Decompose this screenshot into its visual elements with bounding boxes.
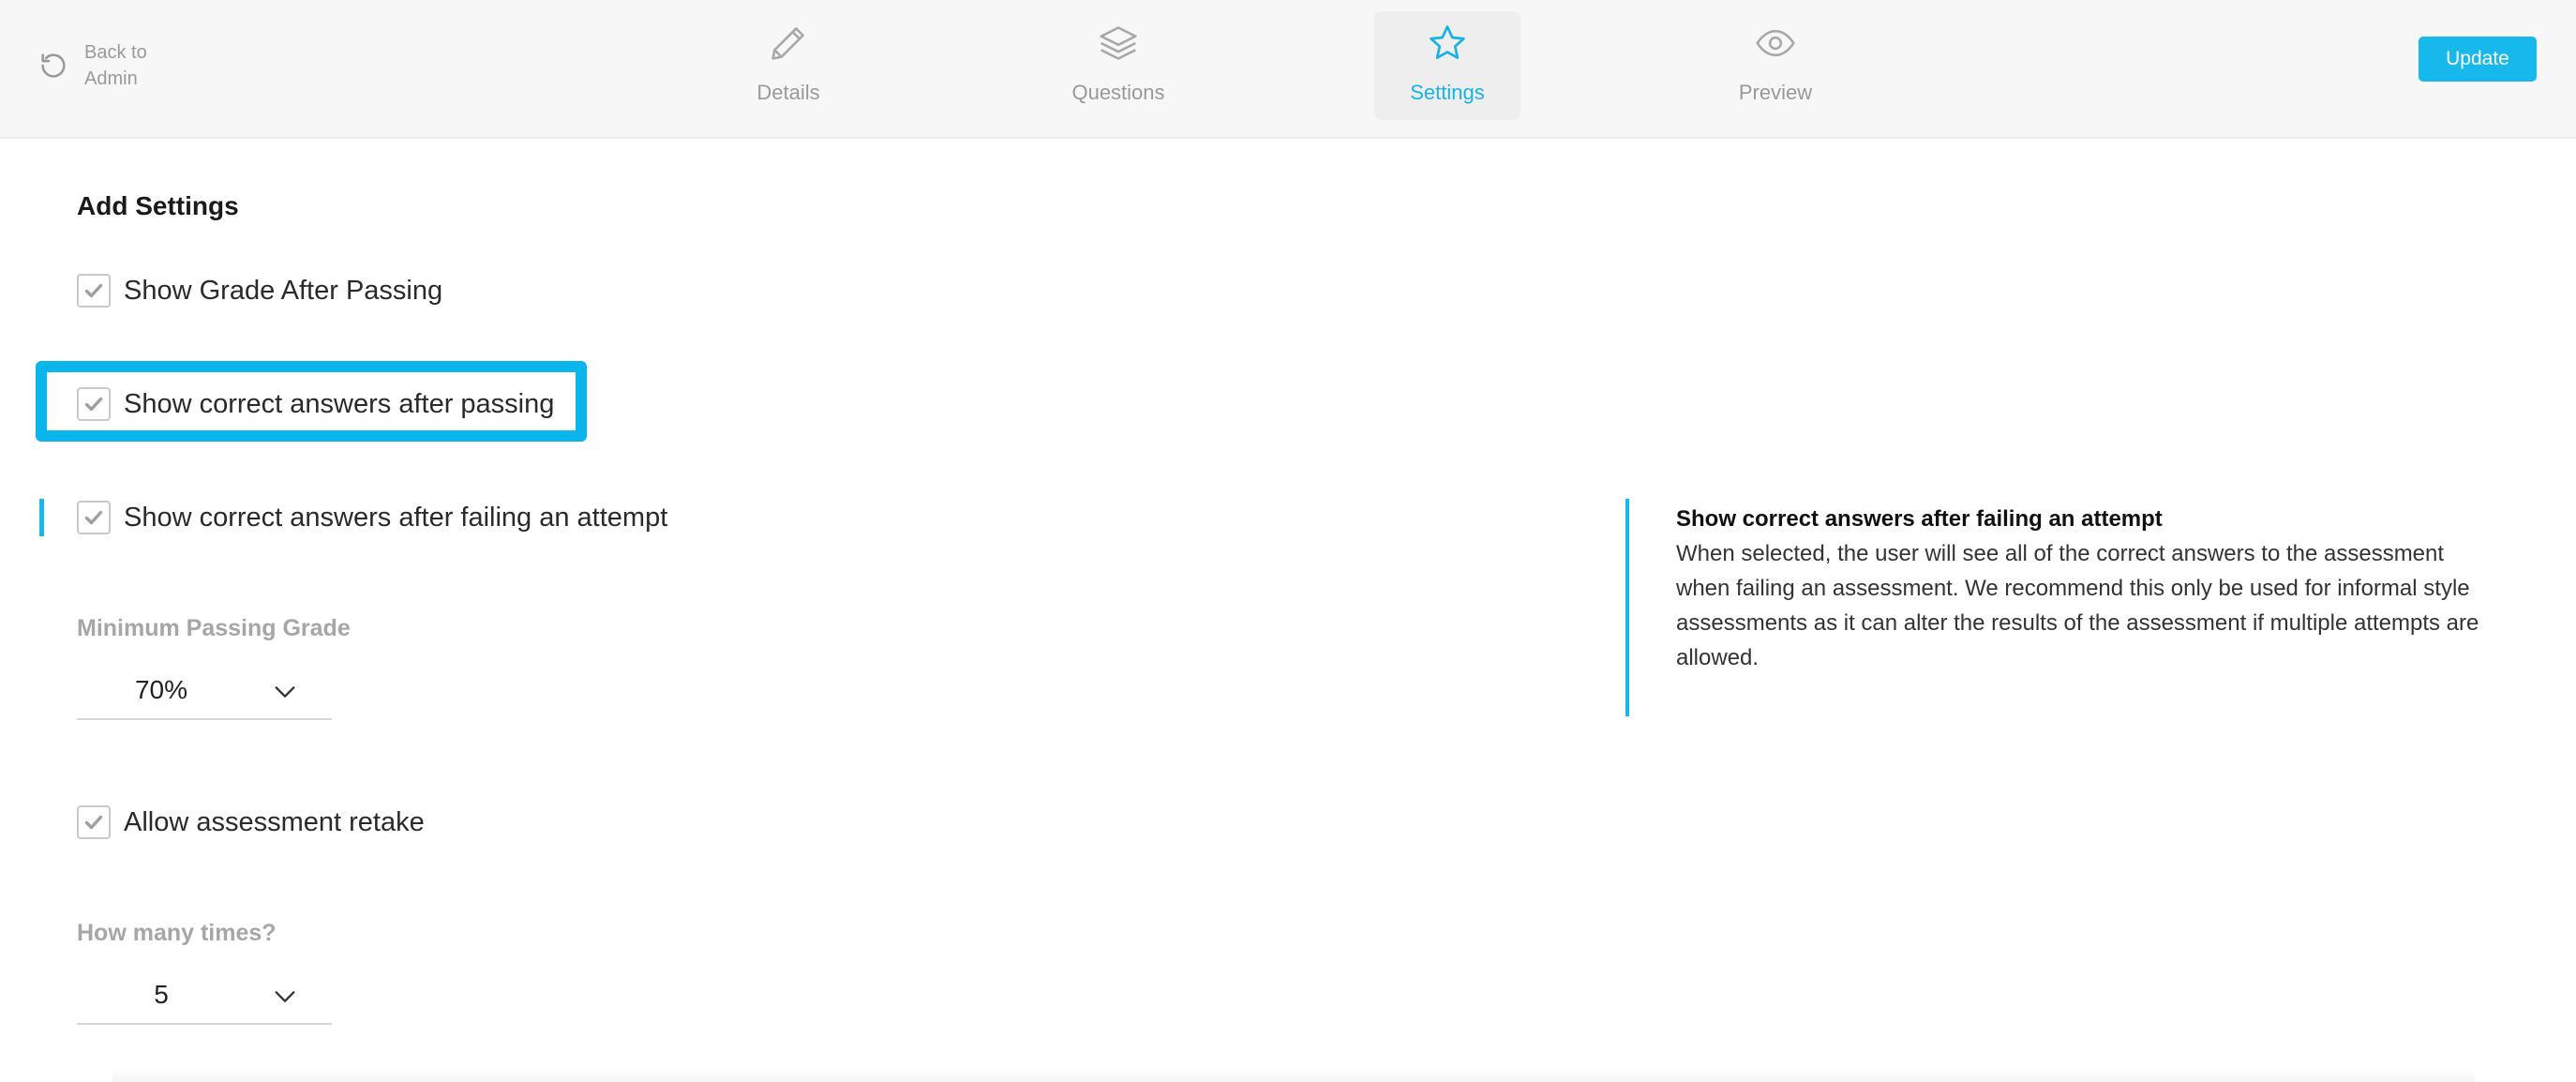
option-label: Show correct answers after passing: [124, 388, 555, 419]
refresh-icon: [41, 53, 66, 78]
top-nav-bar: Back to Admin Details Questions Settings…: [0, 0, 2576, 139]
tab-questions-label: Questions: [1071, 81, 1165, 104]
back-to-admin-label: Back to Admin: [84, 42, 147, 89]
checkmark-icon: [84, 510, 103, 525]
update-button[interactable]: Update: [2419, 37, 2537, 82]
checkmark-icon: [84, 815, 103, 830]
min-passing-grade-label: Minimum Passing Grade: [77, 615, 351, 641]
retake-times-select[interactable]: 5: [77, 967, 332, 1025]
show-correct-failing-checkbox[interactable]: [77, 501, 111, 534]
option-show-grade-after-passing[interactable]: Show Grade After Passing: [77, 272, 442, 309]
checkmark-icon: [84, 283, 103, 298]
option-show-correct-after-passing[interactable]: Show correct answers after passing: [77, 385, 554, 423]
show-correct-passing-checkbox[interactable]: [77, 387, 111, 421]
min-passing-grade-select[interactable]: 70%: [77, 662, 332, 720]
min-passing-grade-value: 70%: [134, 675, 188, 704]
retake-times-label: How many times?: [77, 920, 277, 946]
allow-retake-checkbox[interactable]: [77, 805, 111, 839]
tab-details[interactable]: Details: [715, 11, 861, 120]
footer-shadow: [112, 1067, 2475, 1082]
option-show-correct-after-failing[interactable]: Show correct answers after failing an at…: [77, 499, 667, 536]
help-title: Show correct answers after failing an at…: [1676, 506, 2163, 532]
tab-details-label: Details: [756, 81, 820, 104]
layers-icon: [1100, 26, 1137, 60]
chevron-down-icon: [275, 991, 295, 1002]
star-icon: [1430, 25, 1465, 59]
eye-icon: [1756, 29, 1795, 57]
tab-settings[interactable]: Settings: [1374, 11, 1520, 120]
checkmark-icon: [84, 397, 103, 412]
tab-preview-label: Preview: [1738, 81, 1813, 104]
option-label: Show Grade After Passing: [124, 275, 443, 306]
tab-settings-label: Settings: [1410, 81, 1485, 104]
show-grade-checkbox[interactable]: [77, 274, 111, 308]
back-to-admin-link[interactable]: Back to Admin: [37, 39, 169, 92]
page-title: Add Settings: [77, 191, 239, 220]
help-description: When selected, the user will see all of …: [1676, 541, 2479, 670]
option-label: Allow assessment retake: [124, 806, 425, 837]
tab-questions[interactable]: Questions: [1045, 11, 1191, 120]
chevron-down-icon: [275, 686, 295, 698]
tab-preview[interactable]: Preview: [1702, 11, 1849, 120]
retake-times-value: 5: [154, 980, 169, 1009]
focus-indicator: [39, 499, 44, 536]
help-panel: Show correct answers after failing an at…: [1625, 499, 2507, 716]
pencil-icon: [771, 27, 804, 60]
option-allow-retake[interactable]: Allow assessment retake: [77, 804, 425, 841]
option-label: Show correct answers after failing an at…: [124, 502, 668, 533]
